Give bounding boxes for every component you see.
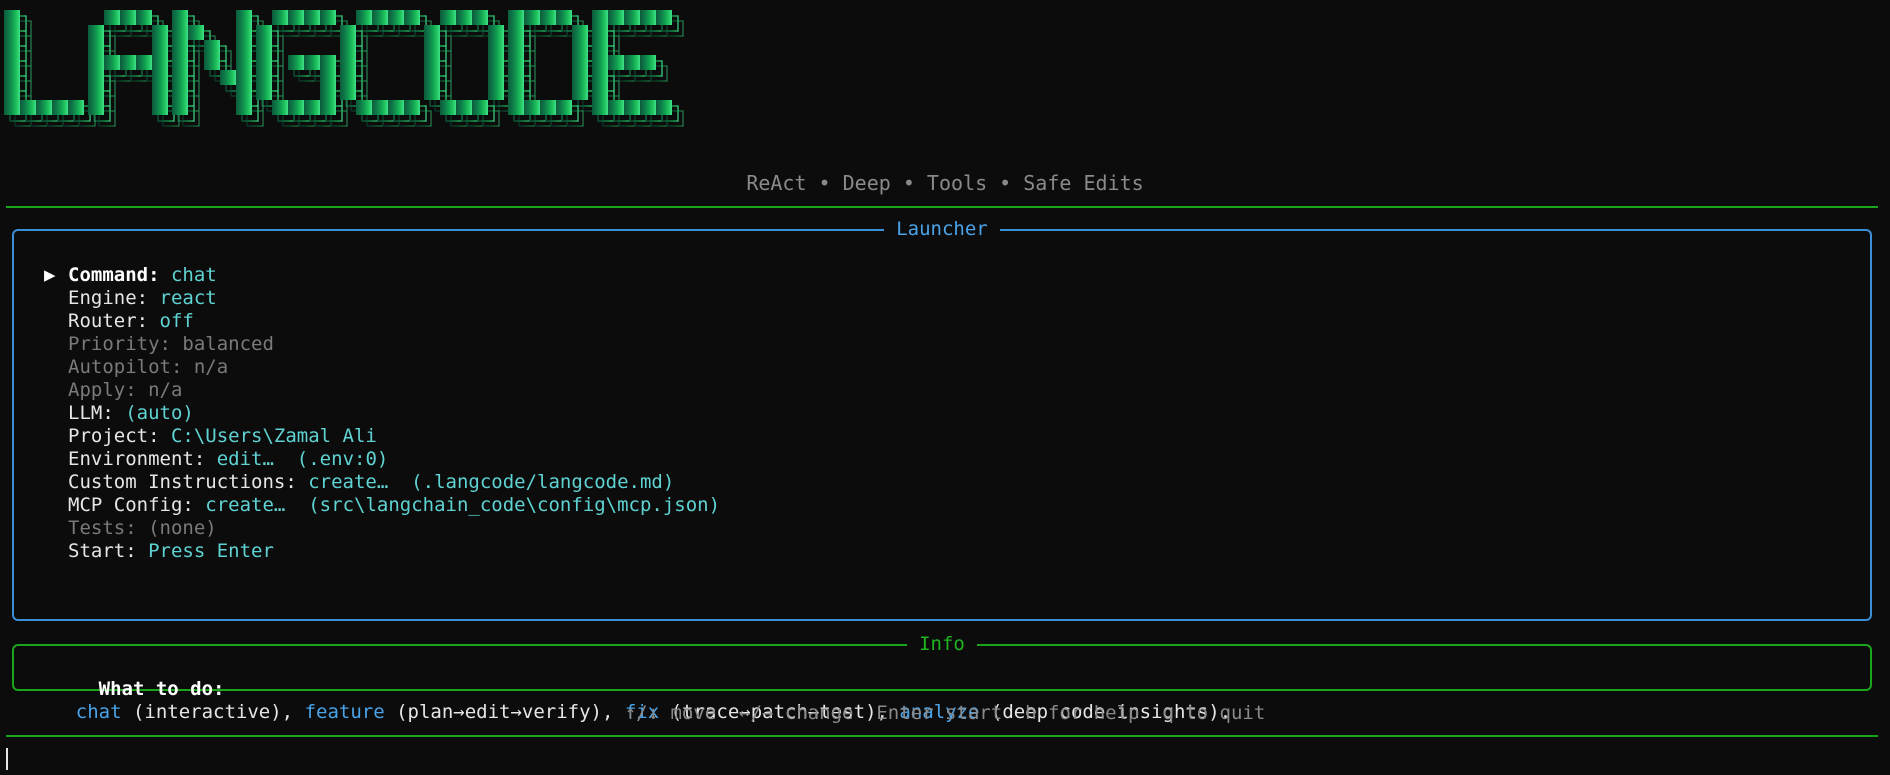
launcher-item-tests[interactable]: Tests: (none) xyxy=(44,517,720,540)
info-lead: What to do: xyxy=(98,678,225,700)
info-panel-title: Info xyxy=(14,631,1870,657)
launcher-item-value[interactable]: create… (.langcode/langcode.md) xyxy=(308,471,674,493)
launcher-item-key: Router: xyxy=(68,310,149,332)
launcher-item-key: Start: xyxy=(68,540,137,562)
top-divider xyxy=(6,206,1878,208)
launcher-item-value[interactable]: n/a xyxy=(194,356,228,378)
launcher-item-key: Priority: xyxy=(68,333,171,355)
launcher-item-key: LLM: xyxy=(68,402,114,424)
bottom-divider xyxy=(6,735,1878,737)
launcher-item-key: Engine: xyxy=(68,287,149,309)
launcher-item-value[interactable]: Press Enter xyxy=(148,540,274,562)
launcher-item-mcp-config[interactable]: MCP Config: create… (src\langchain_code\… xyxy=(44,494,720,517)
launcher-item-key: Apply: xyxy=(68,379,137,401)
launcher-item-key: Autopilot: xyxy=(68,356,183,378)
keyboard-hints: ↑/↓ move ←/→ change Enter start h for he… xyxy=(624,702,1266,724)
launcher-item-engine[interactable]: Engine: react xyxy=(44,287,720,310)
launcher-item-value[interactable]: (auto) xyxy=(125,402,194,424)
launcher-item-project[interactable]: Project: C:\Users\Zamal Ali xyxy=(44,425,720,448)
launcher-item-key: MCP Config: xyxy=(68,494,194,516)
launcher-item-custom-instructions[interactable]: Custom Instructions: create… (.langcode/… xyxy=(44,471,720,494)
launcher-item-autopilot[interactable]: Autopilot: n/a xyxy=(44,356,720,379)
launcher-item-router[interactable]: Router: off xyxy=(44,310,720,333)
info-panel: Info What to do: chat (interactive), fea… xyxy=(12,633,1872,723)
launcher-item-value[interactable]: react xyxy=(160,287,217,309)
launcher-item-value[interactable]: C:\Users\Zamal Ali xyxy=(171,425,377,447)
launcher-item-key: Tests: xyxy=(68,517,137,539)
launcher-menu: ▶ Command: chat Engine: react Router: off Pr… xyxy=(44,264,720,563)
langcode-banner-logo xyxy=(4,10,684,127)
launcher-panel: Launcher ▶ Command: chat Engine: react Rout… xyxy=(12,218,1872,621)
selection-arrow-icon: ▶ xyxy=(44,264,56,286)
launcher-panel-title: Launcher xyxy=(14,216,1870,242)
launcher-item-value[interactable]: n/a xyxy=(148,379,182,401)
launcher-item-command[interactable]: ▶ Command: chat xyxy=(44,264,720,287)
launcher-item-key: Project: xyxy=(68,425,160,447)
launcher-item-apply[interactable]: Apply: n/a xyxy=(44,379,720,402)
terminal-window: ReAct • Deep • Tools • Safe Edits Launch… xyxy=(0,0,1890,775)
launcher-item-value[interactable]: (none) xyxy=(148,517,217,539)
launcher-item-key: Command: xyxy=(68,264,160,286)
launcher-item-value[interactable]: edit… (.env:0) xyxy=(217,448,389,470)
launcher-item-llm[interactable]: LLM: (auto) xyxy=(44,402,720,425)
launcher-item-value[interactable]: off xyxy=(160,310,194,332)
launcher-item-environment[interactable]: Environment: edit… (.env:0) xyxy=(44,448,720,471)
launcher-item-value[interactable]: chat xyxy=(171,264,217,286)
input-caret[interactable] xyxy=(6,748,8,770)
launcher-item-key: Environment: xyxy=(68,448,206,470)
launcher-item-value[interactable]: balanced xyxy=(182,333,274,355)
launcher-item-key: Custom Instructions: xyxy=(68,471,297,493)
launcher-item-start[interactable]: Start: Press Enter xyxy=(44,540,720,563)
subtitle-tagline: ReAct • Deep • Tools • Safe Edits xyxy=(746,171,1144,195)
launcher-item-value[interactable]: create… (src\langchain_code\config\mcp.j… xyxy=(205,494,720,516)
launcher-item-priority[interactable]: Priority: balanced xyxy=(44,333,720,356)
